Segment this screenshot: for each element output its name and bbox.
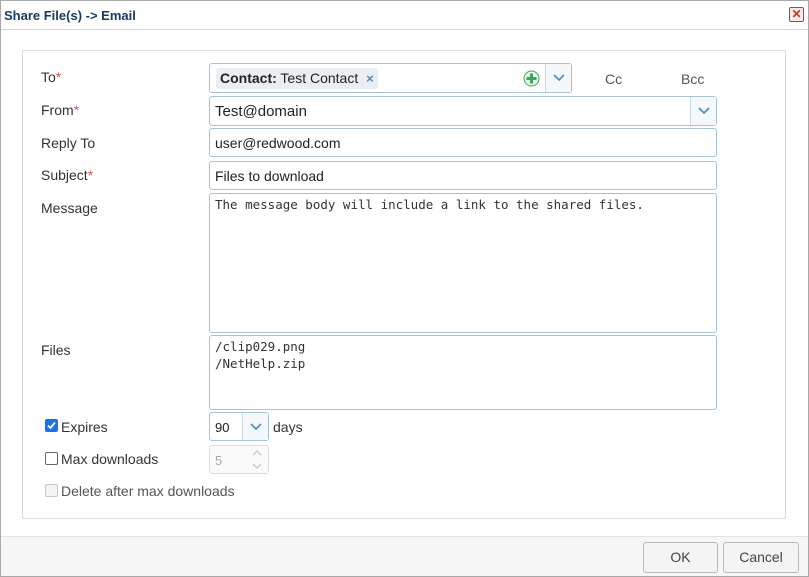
- to-dropdown-button[interactable]: [545, 64, 571, 92]
- bcc-link[interactable]: Bcc: [681, 71, 704, 87]
- delete-after-label: Delete after max downloads: [61, 483, 235, 499]
- from-label: From*: [41, 102, 80, 118]
- add-contact-icon[interactable]: [523, 70, 540, 87]
- max-downloads-label[interactable]: Max downloads: [61, 451, 158, 467]
- from-dropdown-button[interactable]: [690, 97, 716, 125]
- to-label: To*: [41, 69, 62, 85]
- cc-link[interactable]: Cc: [605, 71, 622, 87]
- chip-value: Test Contact: [280, 70, 359, 86]
- expires-label[interactable]: Expires: [61, 419, 108, 435]
- from-value: Test@domain: [215, 103, 307, 120]
- dialog-titlebar: Share File(s) -> Email ✕: [1, 1, 808, 30]
- from-select[interactable]: Test@domain: [209, 96, 717, 126]
- chip-type: Contact:: [220, 70, 277, 86]
- share-email-dialog: Share File(s) -> Email ✕ To* Contact: Te…: [0, 0, 809, 577]
- to-field[interactable]: Contact: Test Contact ×: [209, 63, 572, 93]
- max-downloads-checkbox[interactable]: [45, 452, 58, 465]
- max-downloads-value: 5: [215, 453, 223, 468]
- expires-days-value: 90: [215, 420, 230, 435]
- subject-input[interactable]: Files to download: [209, 161, 717, 190]
- reply-to-label: Reply To: [41, 135, 96, 151]
- expires-checkbox[interactable]: [45, 419, 58, 432]
- dialog-footer: OK Cancel: [1, 536, 808, 576]
- message-textarea[interactable]: The message body will include a link to …: [209, 193, 717, 333]
- chevron-down-icon: [698, 107, 710, 115]
- subject-label: Subject*: [41, 167, 94, 183]
- expires-unit: days: [273, 419, 303, 435]
- chip-remove-icon[interactable]: ×: [366, 71, 374, 86]
- file-item: /clip029.png: [215, 339, 306, 354]
- reply-to-input[interactable]: user@redwood.com: [209, 128, 717, 157]
- check-icon: [47, 421, 56, 430]
- expires-days-select[interactable]: 90: [209, 412, 269, 441]
- close-icon[interactable]: ✕: [789, 7, 804, 22]
- cancel-button[interactable]: Cancel: [723, 542, 799, 573]
- message-value: The message body will include a link to …: [215, 197, 644, 212]
- dialog-title: Share File(s) -> Email: [4, 8, 136, 23]
- file-item: /NetHelp.zip: [215, 356, 306, 371]
- message-label: Message: [41, 200, 98, 216]
- recipient-chip: Contact: Test Contact ×: [216, 68, 378, 89]
- subject-value: Files to download: [215, 168, 324, 184]
- chevron-down-icon: [553, 74, 565, 82]
- stepper-up-icon: [252, 450, 262, 456]
- ok-button[interactable]: OK: [643, 542, 718, 573]
- delete-after-checkbox: [45, 484, 58, 497]
- stepper-down-icon: [252, 463, 262, 469]
- reply-to-value: user@redwood.com: [215, 135, 341, 151]
- expires-dropdown-button[interactable]: [242, 413, 268, 440]
- files-list[interactable]: /clip029.png /NetHelp.zip: [209, 335, 717, 410]
- max-downloads-stepper: 5: [209, 445, 269, 474]
- files-label: Files: [41, 342, 71, 358]
- chevron-down-icon: [250, 422, 262, 430]
